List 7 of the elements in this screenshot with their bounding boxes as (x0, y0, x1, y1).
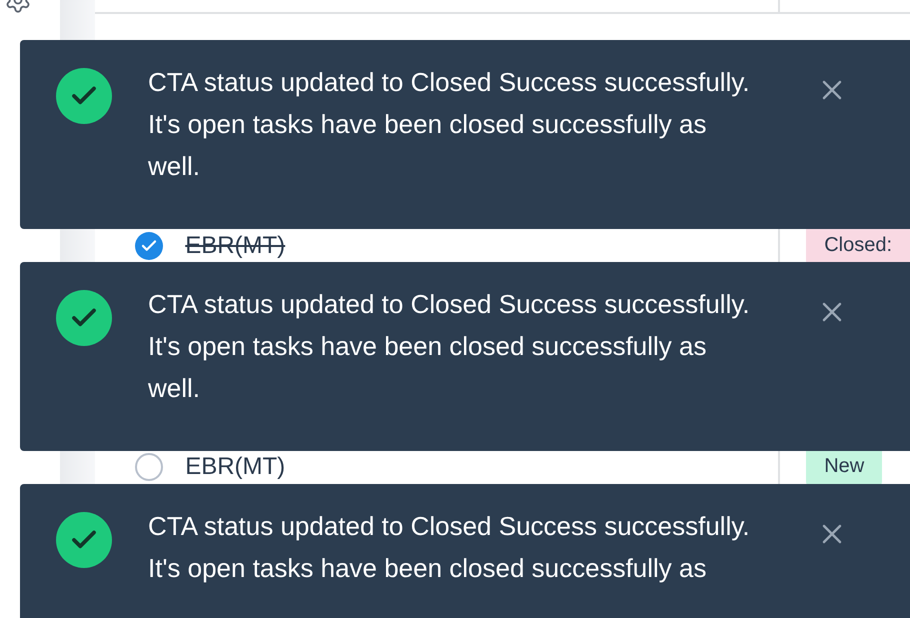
check-circle[interactable] (135, 452, 164, 480)
task-name: EBR(MT) (185, 232, 286, 260)
check-circle[interactable] (135, 232, 164, 260)
notification-message: CTA status updated to Closed Success successfully. It's open tasks have been closed successfully as well. (148, 288, 751, 405)
notification-message: CTA status updated to Closed Success successfully. It's open tasks have been closed successfully as well. (148, 66, 751, 183)
notification-message: CTA status updated to Closed Success successfully. It's open tasks have been closed successfully as (148, 510, 751, 585)
task-name: EBR(MT) (185, 452, 286, 480)
